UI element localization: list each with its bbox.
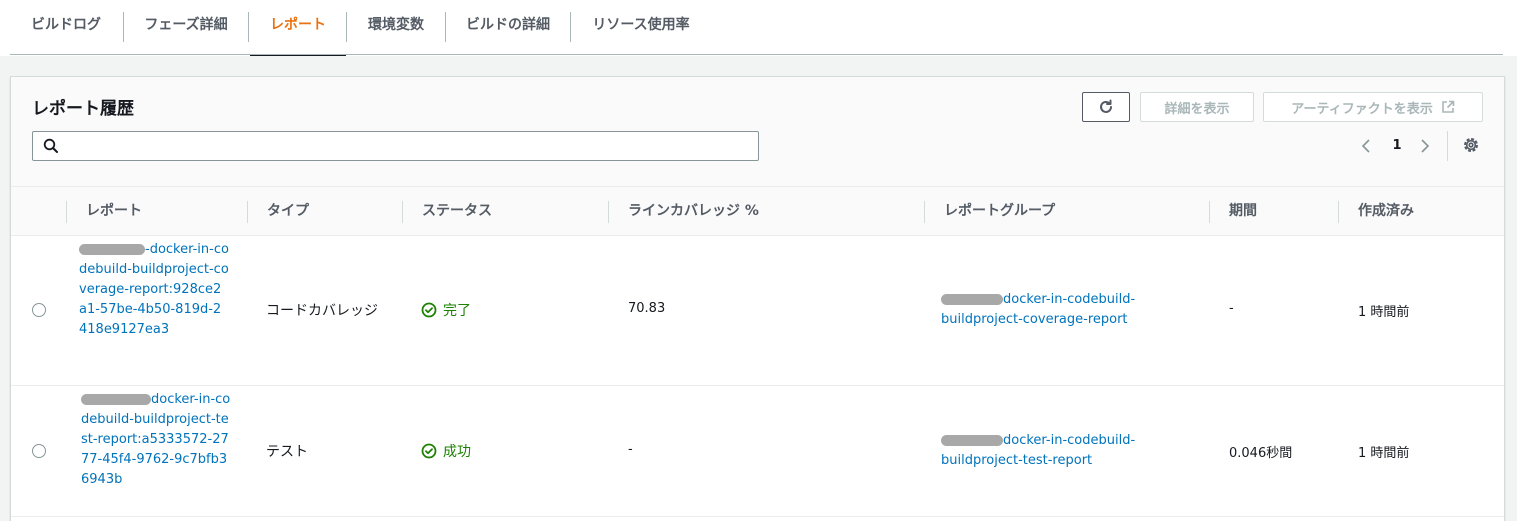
refresh-button[interactable] bbox=[1082, 92, 1130, 122]
line-coverage-value: - bbox=[628, 442, 633, 457]
report-link[interactable]: docker-in-codebuild-buildproject-test-re… bbox=[81, 390, 231, 490]
status-badge: 成功 bbox=[421, 441, 471, 461]
tab-environment-variables[interactable]: 環境変数 bbox=[358, 0, 434, 55]
status-text: 成功 bbox=[443, 444, 471, 460]
column-header-report[interactable]: レポート bbox=[86, 187, 142, 235]
report-group-link[interactable]: docker-in-codebuild-buildproject-coverag… bbox=[941, 290, 1171, 330]
page-number[interactable]: 1 bbox=[1391, 138, 1403, 153]
created-value: 1 時間前 bbox=[1358, 305, 1410, 320]
row-select-radio[interactable] bbox=[32, 303, 46, 317]
column-divider bbox=[608, 201, 609, 223]
column-header-report-group[interactable]: レポートグループ bbox=[944, 187, 1055, 235]
tab-build-logs[interactable]: ビルドログ bbox=[20, 0, 112, 55]
duration-value: 0.046秒間 bbox=[1229, 446, 1293, 461]
view-artifacts-button[interactable]: アーティファクトを表示 bbox=[1263, 92, 1483, 122]
tab-phase-details[interactable]: フェーズ詳細 bbox=[134, 0, 238, 55]
report-group-link[interactable]: docker-in-codebuild-buildproject-test-re… bbox=[941, 431, 1171, 471]
row-select-radio[interactable] bbox=[32, 444, 46, 458]
table-header: レポート タイプ ステータス ラインカバレッジ % レポートグループ 期間 作成… bbox=[11, 187, 1504, 236]
tab-divider bbox=[445, 12, 446, 42]
column-divider bbox=[1338, 201, 1339, 223]
created-value: 1 時間前 bbox=[1358, 446, 1410, 461]
report-id-text: -docker-in-codebuild-buildproject-covera… bbox=[79, 242, 229, 337]
column-header-type[interactable]: タイプ bbox=[267, 187, 309, 235]
duration-value: - bbox=[1229, 301, 1234, 316]
tab-resource-utilization[interactable]: リソース使用率 bbox=[582, 0, 700, 55]
redacted-text bbox=[941, 294, 1003, 305]
report-type: コードカバレッジ bbox=[266, 303, 378, 319]
report-history-panel: レポート履歴 詳細を表示 アーティファクトを表示 1 レポート タイプ ステータ… bbox=[10, 76, 1505, 521]
search-icon bbox=[43, 138, 58, 153]
pagination-divider bbox=[1447, 131, 1448, 161]
reports-table: レポート タイプ ステータス ラインカバレッジ % レポートグループ 期間 作成… bbox=[11, 187, 1504, 517]
redacted-text bbox=[941, 435, 1003, 446]
search-input[interactable] bbox=[67, 135, 751, 159]
status-text: 完了 bbox=[443, 303, 471, 319]
external-link-icon bbox=[1441, 100, 1455, 113]
panel-header: レポート履歴 詳細を表示 アーティファクトを表示 1 bbox=[11, 77, 1504, 187]
report-type: テスト bbox=[266, 444, 308, 460]
redacted-text bbox=[79, 244, 145, 255]
gear-icon[interactable] bbox=[1462, 136, 1480, 154]
refresh-icon bbox=[1100, 99, 1112, 113]
column-header-line-coverage[interactable]: ラインカバレッジ % bbox=[628, 187, 759, 235]
table-row: - docker-in-codebuild-buildproject-covera… bbox=[11, 236, 1504, 386]
view-details-button[interactable]: 詳細を表示 bbox=[1140, 92, 1254, 122]
tab-divider bbox=[123, 12, 124, 42]
success-icon bbox=[421, 443, 437, 459]
column-divider bbox=[247, 201, 248, 223]
column-header-created[interactable]: 作成済み bbox=[1358, 187, 1414, 235]
redacted-text bbox=[81, 394, 151, 405]
line-coverage-value: 70.83 bbox=[628, 301, 666, 316]
report-link[interactable]: -docker-in-codebuild-buildproject-covera… bbox=[79, 240, 229, 340]
tab-underline bbox=[10, 54, 1503, 55]
chevron-left-icon[interactable] bbox=[1361, 138, 1371, 154]
tab-divider bbox=[570, 12, 571, 42]
tab-build-details[interactable]: ビルドの詳細 bbox=[456, 0, 560, 55]
table-row: docker-in-codebuild-buildproject-test-re… bbox=[11, 386, 1504, 517]
search-field[interactable] bbox=[32, 131, 759, 161]
column-divider bbox=[66, 201, 67, 223]
report-id-text: docker-in-codebuild-buildproject-test-re… bbox=[81, 392, 231, 487]
panel-title: レポート履歴 bbox=[32, 99, 134, 119]
chevron-right-icon[interactable] bbox=[1420, 138, 1430, 154]
column-divider bbox=[924, 201, 925, 223]
tab-divider bbox=[346, 12, 347, 42]
tab-reports[interactable]: レポート bbox=[250, 0, 346, 56]
column-header-duration[interactable]: 期間 bbox=[1229, 187, 1257, 235]
column-header-status[interactable]: ステータス bbox=[422, 187, 492, 235]
success-icon bbox=[421, 302, 437, 318]
column-divider bbox=[1209, 201, 1210, 223]
status-badge: 完了 bbox=[421, 300, 471, 320]
column-divider bbox=[402, 201, 403, 223]
view-artifacts-label: アーティファクトを表示 bbox=[1291, 101, 1433, 117]
tab-divider bbox=[248, 12, 249, 42]
tab-bar: ビルドログ フェーズ詳細 レポート 環境変数 ビルドの詳細 リソース使用率 bbox=[0, 0, 1517, 56]
